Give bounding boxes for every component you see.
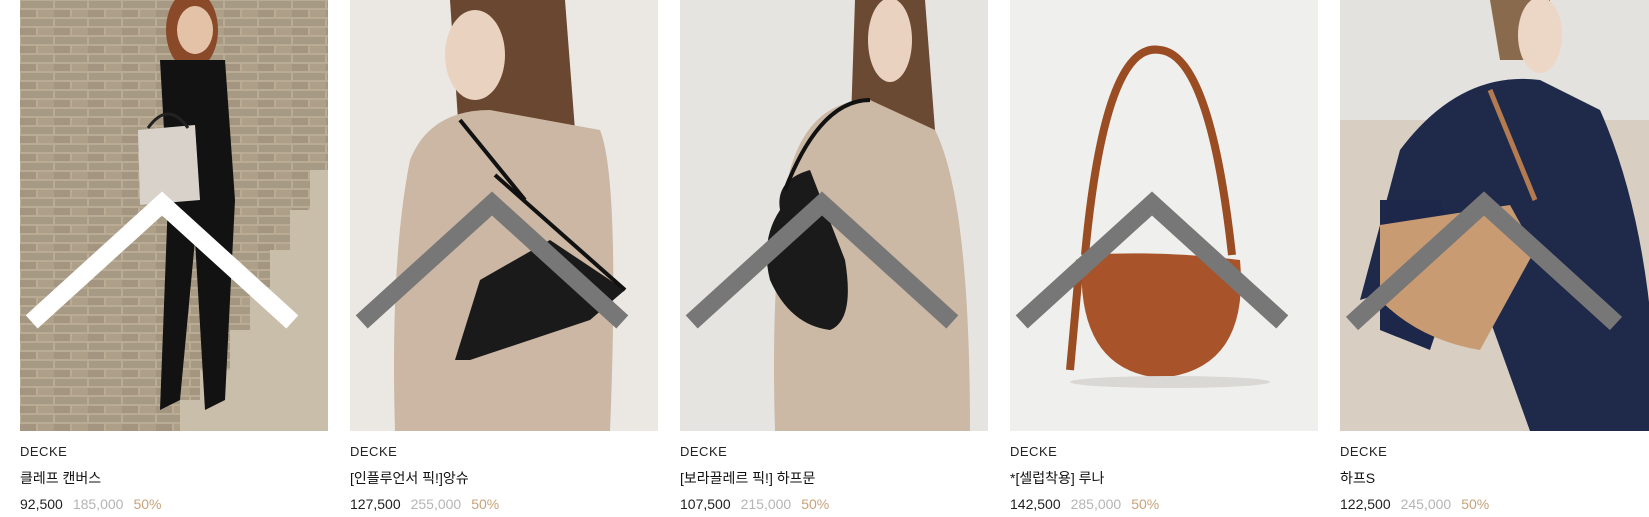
wishlist-icon[interactable]: [680, 0, 976, 419]
original-price: 255,000: [410, 496, 462, 512]
product-brand: DECKE: [350, 444, 398, 459]
original-price: 215,000: [740, 496, 792, 512]
original-price: 185,000: [72, 496, 124, 512]
price-row: 142,500 285,000 50%: [1010, 496, 1318, 512]
product-name[interactable]: 하프S: [1340, 468, 1649, 488]
discount-rate: 50%: [1461, 496, 1490, 512]
wishlist-icon[interactable]: [20, 0, 316, 419]
product-image[interactable]: [680, 0, 988, 431]
product-brand: DECKE: [20, 444, 68, 459]
product-image[interactable]: [1010, 0, 1318, 431]
product-name[interactable]: 클레프 캔버스: [20, 468, 328, 488]
price-row: 122,500 245,000 50%: [1340, 496, 1649, 512]
product-name[interactable]: [인플루언서 픽!]앙슈: [350, 468, 658, 488]
price-row: 92,500 185,000 50%: [20, 496, 328, 512]
product-card[interactable]: DECKE [인플루언서 픽!]앙슈 127,500 255,000 50%: [350, 0, 658, 512]
discount-rate: 50%: [1131, 496, 1160, 512]
product-image[interactable]: [20, 0, 328, 431]
sale-price: 127,500: [350, 496, 401, 512]
original-price: 285,000: [1070, 496, 1122, 512]
product-name[interactable]: *[셀럽착용] 루나: [1010, 468, 1318, 488]
sale-price: 107,500: [680, 496, 731, 512]
product-card[interactable]: DECKE 하프S 122,500 245,000 50%: [1340, 0, 1649, 512]
discount-rate: 50%: [133, 496, 162, 512]
price-row: 107,500 215,000 50%: [680, 496, 988, 512]
discount-rate: 50%: [471, 496, 500, 512]
original-price: 245,000: [1400, 496, 1452, 512]
discount-rate: 50%: [801, 496, 830, 512]
wishlist-icon[interactable]: [1010, 0, 1306, 419]
product-card[interactable]: DECKE 클레프 캔버스 92,500 185,000 50%: [20, 0, 328, 512]
wishlist-icon[interactable]: [1340, 0, 1640, 419]
wishlist-icon[interactable]: [350, 0, 646, 419]
product-grid: DECKE 클레프 캔버스 92,500 185,000 50% DECKE […: [20, 0, 1649, 512]
product-brand: DECKE: [1010, 444, 1058, 459]
product-name[interactable]: [보라끌레르 픽!] 하프문: [680, 468, 988, 488]
sale-price: 142,500: [1010, 496, 1061, 512]
product-brand: DECKE: [680, 444, 728, 459]
product-image[interactable]: [1340, 0, 1649, 431]
product-image[interactable]: [350, 0, 658, 431]
product-card[interactable]: DECKE [보라끌레르 픽!] 하프문 107,500 215,000 50%: [680, 0, 988, 512]
price-row: 127,500 255,000 50%: [350, 496, 658, 512]
product-brand: DECKE: [1340, 444, 1388, 459]
product-card[interactable]: DECKE *[셀럽착용] 루나 142,500 285,000 50%: [1010, 0, 1318, 512]
sale-price: 122,500: [1340, 496, 1391, 512]
sale-price: 92,500: [20, 496, 63, 512]
